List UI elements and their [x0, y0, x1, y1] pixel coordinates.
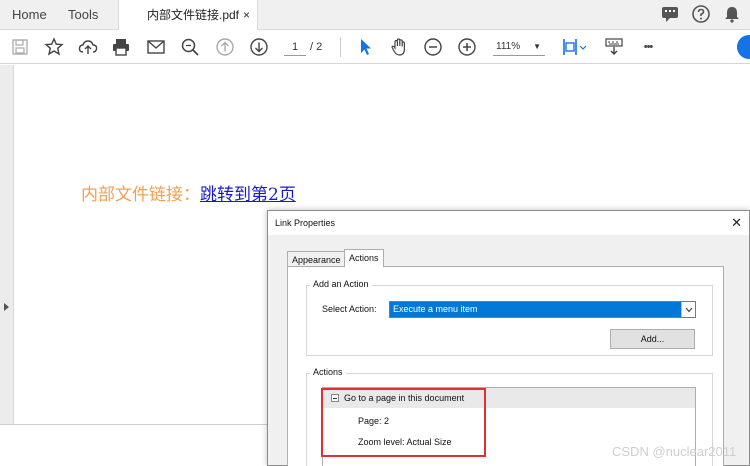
- tab-home[interactable]: Home: [12, 0, 47, 30]
- select-action-dropdown[interactable]: Execute a menu item: [389, 301, 696, 318]
- select-action-label: Select Action:: [322, 304, 377, 314]
- cursor-icon[interactable]: [354, 36, 376, 58]
- comment-icon[interactable]: [660, 4, 682, 26]
- watermark: CSDN @nuclear2011: [612, 444, 737, 459]
- zoom-out-icon[interactable]: [422, 36, 444, 58]
- mail-icon[interactable]: [145, 36, 167, 58]
- add-action-group-label: Add an Action: [310, 279, 372, 289]
- zoom-in-icon[interactable]: [456, 36, 478, 58]
- tab-actions[interactable]: Actions: [344, 249, 384, 267]
- more-icon[interactable]: •••: [637, 36, 659, 58]
- fit-page-icon[interactable]: [562, 36, 588, 58]
- tab-document[interactable]: 内部文件链接.pdf ×: [118, 0, 258, 31]
- chevron-down-icon[interactable]: [681, 302, 695, 317]
- expand-arrow-icon: [4, 303, 9, 311]
- tab-tools[interactable]: Tools: [68, 0, 98, 30]
- zoom-dropdown[interactable]: 111% ▼: [493, 38, 545, 56]
- zoom-value: 111%: [496, 41, 521, 52]
- toolbar-divider: [340, 37, 341, 57]
- save-icon[interactable]: [9, 36, 31, 58]
- highlight-box: [321, 388, 486, 457]
- page-number-input[interactable]: 1: [284, 38, 306, 56]
- document-line: 内部文件链接：跳转到第2页: [81, 184, 296, 206]
- tab-document-label: 内部文件链接.pdf: [147, 8, 240, 22]
- search-icon[interactable]: [179, 36, 201, 58]
- arrow-up-circle-icon[interactable]: [214, 36, 236, 58]
- print-icon[interactable]: [110, 36, 132, 58]
- arrow-down-circle-icon[interactable]: [248, 36, 270, 58]
- actions-group-label: Actions: [310, 367, 346, 377]
- hand-icon[interactable]: [388, 36, 410, 58]
- page-edge: [0, 424, 270, 425]
- cloud-upload-icon[interactable]: [77, 36, 99, 58]
- close-icon[interactable]: ✕: [731, 211, 742, 235]
- document-label: 内部文件链接：: [81, 185, 200, 205]
- page-total: / 2: [310, 41, 323, 53]
- select-action-value: Execute a menu item: [393, 304, 478, 314]
- add-action-button[interactable]: Add...: [610, 329, 695, 349]
- close-tab-icon[interactable]: ×: [243, 0, 250, 30]
- dialog-title: Link Properties: [275, 218, 336, 228]
- tab-appearance[interactable]: Appearance: [287, 251, 346, 266]
- toolbar: 1 / 2 111% ▼ •••: [0, 30, 750, 64]
- help-icon[interactable]: [691, 4, 713, 26]
- star-icon[interactable]: [43, 36, 65, 58]
- bell-icon[interactable]: [722, 4, 744, 26]
- keyboard-icon[interactable]: [603, 36, 625, 58]
- tab-bar: Home Tools 内部文件链接.pdf ×: [0, 0, 750, 31]
- document-link[interactable]: 跳转到第2页: [200, 185, 296, 205]
- dialog-title-bar: Link Properties ✕: [268, 211, 749, 235]
- chevron-down-icon: ▼: [533, 42, 541, 51]
- left-panel-toggle[interactable]: [0, 65, 14, 425]
